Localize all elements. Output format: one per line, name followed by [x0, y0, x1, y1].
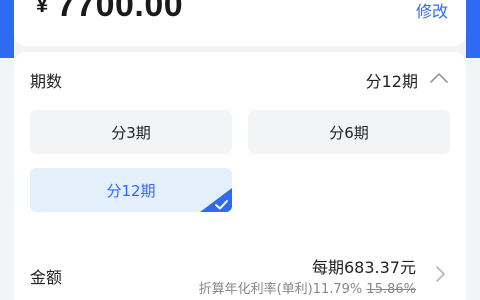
period-selected-value[interactable]: 分12期: [366, 68, 418, 92]
amount-value: 7700.00: [56, 0, 184, 24]
annual-rate-text: 折算年化利率(单利)11.79%: [198, 282, 363, 297]
annual-rate-info: 折算年化利率(单利)11.79% 15.86%: [199, 278, 416, 297]
period-option-label: 分3期: [111, 123, 151, 142]
original-rate: 15.86%: [366, 282, 416, 297]
period-option-3[interactable]: 分3期: [30, 110, 232, 154]
chevron-right-icon[interactable]: [434, 264, 446, 284]
loan-amount: ¥7700.00: [36, 0, 183, 25]
per-period-payment: 每期683.37元: [312, 258, 416, 277]
period-option-label: 分6期: [329, 123, 369, 142]
period-label: 期数: [30, 72, 63, 91]
currency-symbol: ¥: [36, 0, 49, 17]
period-option-6[interactable]: 分6期: [248, 110, 450, 154]
header-background-left: [0, 0, 14, 58]
period-option-12[interactable]: 分12期: [30, 168, 232, 212]
amount-label: 金额: [30, 268, 63, 287]
edit-amount-link[interactable]: 修改: [416, 0, 448, 22]
chevron-up-icon[interactable]: [428, 70, 450, 86]
period-option-label: 分12期: [106, 181, 156, 200]
header-background-right: [466, 0, 480, 58]
selected-check-icon: [200, 188, 232, 212]
